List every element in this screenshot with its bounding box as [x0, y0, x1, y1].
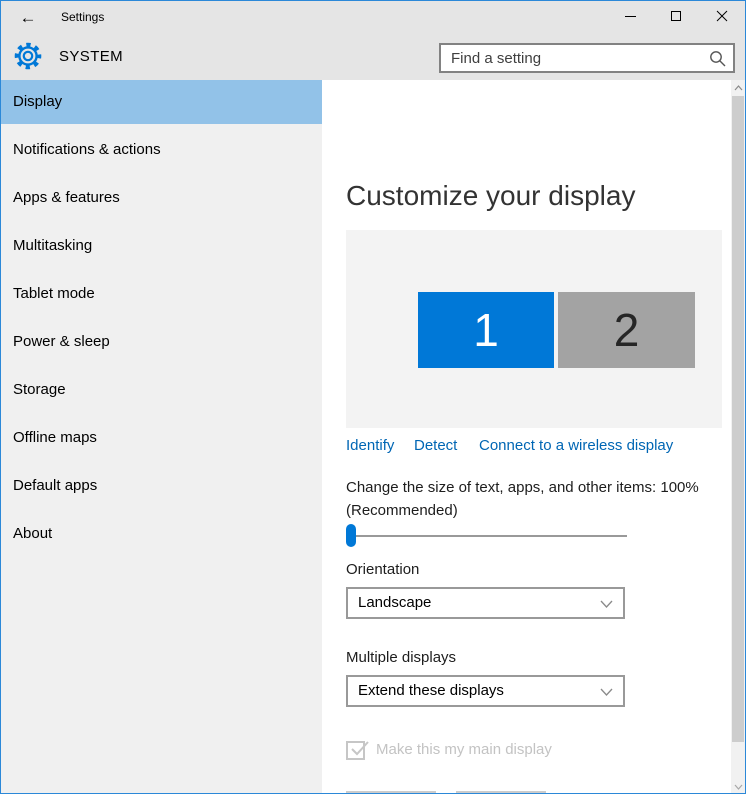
multiple-displays-label: Multiple displays: [346, 649, 456, 666]
minimize-button[interactable]: [607, 1, 653, 31]
scroll-down-button[interactable]: [731, 779, 745, 794]
window-title: Settings: [61, 10, 104, 24]
maximize-icon: [671, 11, 681, 21]
scroll-up-button[interactable]: [731, 80, 745, 95]
search-icon[interactable]: [709, 50, 726, 67]
orientation-dropdown[interactable]: Landscape: [346, 587, 625, 619]
sidebar-item-tablet-mode[interactable]: Tablet mode: [1, 272, 322, 316]
scrollbar-thumb[interactable]: [732, 96, 744, 742]
close-button[interactable]: [699, 1, 745, 31]
minimize-icon: [625, 16, 636, 17]
back-arrow-icon: ←: [20, 8, 37, 27]
orientation-value: Landscape: [358, 594, 431, 611]
sidebar-item-multitasking[interactable]: Multitasking: [1, 224, 322, 268]
settings-window: ← Settings SYSTEM: [0, 0, 746, 794]
gear-icon: [14, 42, 42, 70]
display-preview-panel: 1 2: [346, 230, 722, 428]
close-icon: [716, 10, 728, 22]
checkmark-icon: [350, 740, 370, 758]
slider-thumb[interactable]: [346, 524, 356, 547]
slider-track[interactable]: [346, 535, 627, 537]
search-box: [439, 43, 735, 73]
sidebar-item-default-apps[interactable]: Default apps: [1, 464, 322, 508]
header: ← Settings SYSTEM: [1, 1, 745, 80]
orientation-label: Orientation: [346, 561, 419, 578]
page-title: SYSTEM: [59, 48, 123, 65]
multiple-displays-dropdown[interactable]: Extend these displays: [346, 675, 625, 707]
main-display-checkbox[interactable]: [346, 741, 365, 760]
scaling-label: Change the size of text, apps, and other…: [346, 476, 730, 522]
main-content: Customize your display 1 2 Identify Dete…: [322, 80, 729, 794]
sidebar-item-storage[interactable]: Storage: [1, 368, 322, 412]
main-heading: Customize your display: [346, 180, 635, 212]
sidebar-nav: Display Notifications & actions Apps & f…: [1, 80, 322, 794]
display-2-rect[interactable]: 2: [558, 292, 695, 368]
chevron-up-icon: [734, 85, 743, 91]
search-input[interactable]: [441, 45, 733, 71]
back-button[interactable]: ←: [13, 5, 43, 31]
chevron-down-icon: [734, 784, 743, 790]
chevron-down-icon: [600, 600, 613, 608]
connect-wireless-link[interactable]: Connect to a wireless display: [479, 437, 673, 454]
main-display-checkbox-label: Make this my main display: [376, 741, 552, 758]
identify-link[interactable]: Identify: [346, 437, 394, 454]
sidebar-item-display[interactable]: Display: [1, 80, 322, 124]
detect-link[interactable]: Detect: [414, 437, 457, 454]
sidebar-item-offline-maps[interactable]: Offline maps: [1, 416, 322, 460]
sidebar-item-about[interactable]: About: [1, 512, 322, 556]
scrollbar[interactable]: [731, 80, 745, 794]
chevron-down-icon: [600, 688, 613, 696]
sidebar-item-apps-features[interactable]: Apps & features: [1, 176, 322, 220]
scaling-slider[interactable]: [346, 522, 627, 548]
sidebar-item-notifications[interactable]: Notifications & actions: [1, 128, 322, 172]
multiple-displays-value: Extend these displays: [358, 682, 504, 699]
display-1-rect[interactable]: 1: [418, 292, 554, 368]
sidebar-item-power-sleep[interactable]: Power & sleep: [1, 320, 322, 364]
maximize-button[interactable]: [653, 1, 699, 31]
